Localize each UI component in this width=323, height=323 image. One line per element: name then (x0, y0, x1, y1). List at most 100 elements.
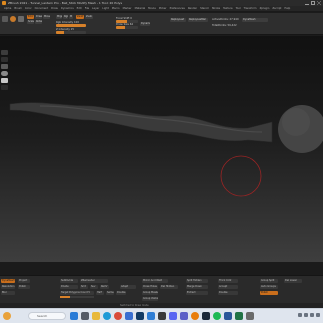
z-intensity-slider[interactable] (56, 31, 86, 34)
menu-item-tool[interactable]: Tool (236, 7, 241, 10)
polish-groups-cell[interactable]: Polish (260, 291, 278, 295)
menu-item-alpha[interactable]: Alpha (4, 7, 11, 10)
subdivide-cell[interactable]: SubDivide (60, 279, 78, 283)
wifi-icon[interactable] (304, 313, 308, 317)
file-explorer-icon[interactable] (92, 312, 100, 320)
blender-icon[interactable] (191, 312, 199, 320)
menu-item-stroke[interactable]: Stroke (212, 7, 220, 10)
battery-icon[interactable] (316, 313, 320, 317)
dynamesh-button[interactable]: DynaMesh (242, 18, 268, 22)
weather-icon[interactable] (3, 312, 11, 320)
photoshop-icon[interactable] (136, 312, 144, 320)
mail-icon[interactable] (147, 312, 155, 320)
replay-last-rel-button[interactable]: ReplayLastRel (188, 18, 208, 22)
same-cell[interactable]: Same (106, 291, 114, 295)
auto-groups-cell[interactable]: Auto Groups (260, 285, 278, 289)
discord-icon[interactable] (169, 312, 177, 320)
mrgb-button[interactable]: Mrgb (56, 15, 62, 19)
group-split-cell[interactable]: Group Split (260, 279, 278, 283)
menu-item-layer[interactable]: Layer (92, 7, 99, 10)
dynamesh-cell[interactable]: DynaMesh (1, 279, 15, 283)
menu-item-render[interactable]: Render (188, 7, 197, 10)
menu-item-marker[interactable]: Marker (123, 7, 132, 10)
task-view-icon[interactable] (81, 312, 89, 320)
menu-item-texture[interactable]: Texture (223, 7, 233, 10)
brush-icon[interactable] (10, 16, 16, 22)
mirror-and-weld-cell[interactable]: Mirror And Weld (142, 279, 168, 283)
stroke-icon[interactable] (18, 16, 24, 22)
chevron-up-icon[interactable] (298, 313, 302, 317)
group-masked-cell[interactable]: Group Masked (142, 291, 158, 295)
double-extract-cell[interactable]: Double (218, 291, 238, 295)
lightbox-icon[interactable] (2, 16, 8, 22)
menu-item-movie[interactable]: Movie (148, 7, 156, 10)
zsub-button[interactable]: Zsub (85, 15, 93, 19)
menu-item-preferences[interactable]: Preferences (170, 7, 185, 10)
close-icon[interactable] (317, 1, 321, 5)
m-button[interactable]: M (69, 15, 73, 19)
steam-icon[interactable] (202, 312, 210, 320)
adapt-cell[interactable]: Adapt (120, 285, 136, 289)
start-icon[interactable] (70, 312, 78, 320)
zremesher-cell[interactable]: ZRemesher (80, 279, 108, 283)
scale-button[interactable]: Scale (27, 20, 34, 24)
draw-size-slider[interactable] (116, 26, 138, 29)
menu-item-macro[interactable]: Macro (112, 7, 120, 10)
reuv-cell[interactable]: ReUV (100, 285, 109, 289)
draw-button[interactable]: Draw (35, 15, 42, 19)
del-lower-cell[interactable]: Del Lower (284, 279, 302, 283)
word-icon[interactable] (224, 312, 232, 320)
menu-item-dynamics[interactable]: Dynamics (61, 7, 74, 10)
divide-cell[interactable]: Divide (60, 285, 78, 289)
menu-item-material[interactable]: Material (135, 7, 146, 10)
half-cell[interactable]: Half (96, 291, 104, 295)
move-button[interactable]: Move (43, 15, 50, 19)
menu-item-help[interactable]: Help (284, 7, 290, 10)
volume-icon[interactable] (310, 313, 314, 317)
project-cell[interactable]: Project (18, 279, 30, 283)
edit-button[interactable]: Edit (27, 15, 34, 19)
replay-last-button[interactable]: ReplayLast (170, 18, 186, 22)
thick-cell[interactable]: Thick 0.02 (218, 279, 238, 283)
menu-item-file[interactable]: File (85, 7, 89, 10)
spotify-icon[interactable] (213, 312, 221, 320)
menu-item-zplugin[interactable]: Zplugin (260, 7, 270, 10)
close-holes-cell[interactable]: Close Holes (142, 285, 158, 289)
minimize-icon[interactable] (305, 1, 309, 5)
merge-down-cell[interactable]: Merge Down (186, 285, 208, 289)
dynamic-button[interactable]: Dynamic (140, 22, 150, 26)
del-hidden-cell[interactable]: Del Hidden (160, 285, 178, 289)
accept-cell[interactable]: Accept (218, 285, 238, 289)
app-icon[interactable] (246, 312, 254, 320)
target-polygons-slider[interactable] (60, 296, 94, 298)
blur-cell[interactable]: Blur (1, 291, 15, 295)
edge-browser-icon[interactable] (103, 312, 111, 320)
rotate-button[interactable]: Rotate (35, 20, 42, 24)
store-icon[interactable] (125, 312, 133, 320)
rgb-button[interactable]: Rgb (63, 15, 68, 19)
excel-icon[interactable] (235, 312, 243, 320)
double-cell[interactable]: Double (116, 291, 126, 295)
menu-item-document[interactable]: Document (35, 7, 48, 10)
maximize-icon[interactable] (311, 1, 315, 5)
resolution-cell[interactable]: Resolution (1, 285, 15, 289)
smt-cell[interactable]: Smt (80, 285, 88, 289)
zbrush-taskbar-icon[interactable] (158, 312, 166, 320)
menu-item-brush[interactable]: Brush (14, 7, 22, 10)
menu-item-edit[interactable]: Edit (77, 7, 82, 10)
group-visible-cell[interactable]: Group Visible (142, 297, 158, 301)
canvas-viewport[interactable] (0, 36, 323, 262)
menu-item-zscript[interactable]: Zscript (272, 7, 281, 10)
chrome-browser-icon[interactable] (114, 312, 122, 320)
menu-item-picker[interactable]: Picker (159, 7, 167, 10)
target-polygons-cell[interactable]: Target Polygons Count 5 (60, 291, 94, 295)
menu-item-color[interactable]: Color (25, 7, 32, 10)
menu-item-draw[interactable]: Draw (51, 7, 58, 10)
suv-cell[interactable]: Suv (90, 285, 98, 289)
extract-cell[interactable]: Extract (186, 291, 208, 295)
rgb-intensity-slider[interactable] (56, 24, 86, 27)
polish-cell[interactable]: Polish (18, 285, 30, 289)
split-hidden-cell[interactable]: Split Hidden (186, 279, 208, 283)
menu-item-transform[interactable]: Transform (244, 7, 257, 10)
menu-item-light[interactable]: Light (102, 7, 108, 10)
